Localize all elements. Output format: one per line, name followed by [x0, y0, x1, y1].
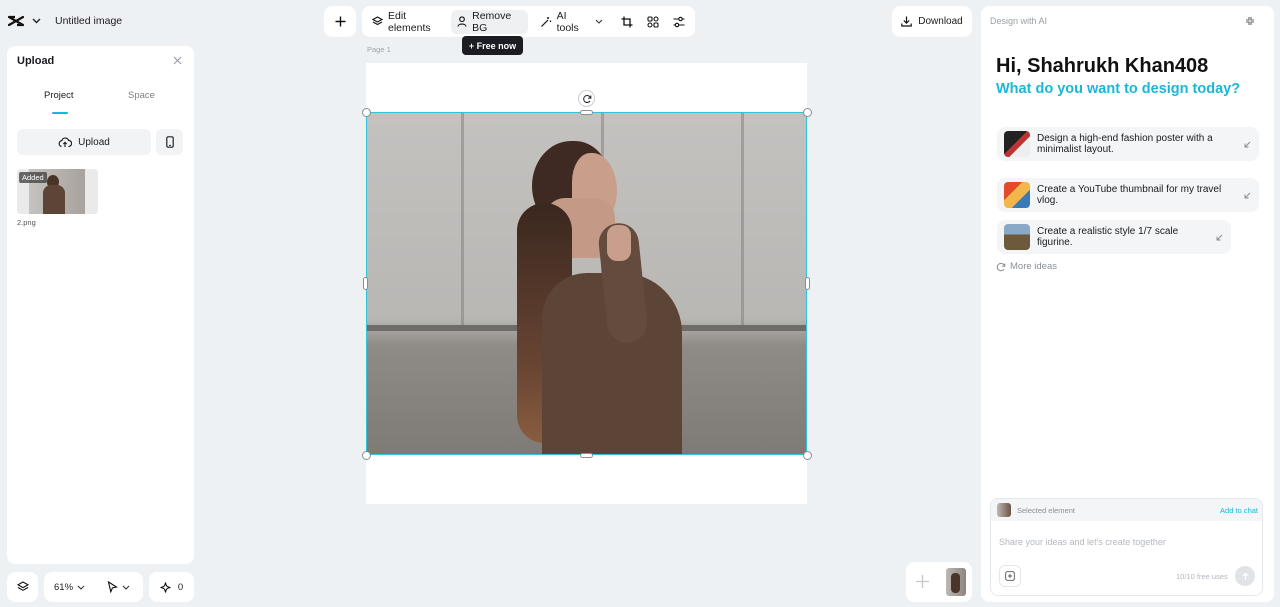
- suggestion-item[interactable]: Design a high-end fashion poster with a …: [997, 127, 1259, 161]
- phone-icon: [165, 136, 174, 148]
- tab-project[interactable]: Project: [44, 90, 74, 101]
- effects-button[interactable]: [641, 10, 665, 34]
- ai-design-panel: Design with AI Hi, Shahrukh Khan408 What…: [981, 6, 1274, 602]
- document-title[interactable]: Untitled image: [55, 15, 122, 27]
- sparkle-icon: [160, 581, 171, 593]
- person-icon: [457, 16, 467, 27]
- crop-button[interactable]: [615, 10, 639, 34]
- remove-bg-button[interactable]: Remove BG: [451, 9, 528, 34]
- crop-icon: [621, 16, 633, 28]
- selection-box[interactable]: [366, 112, 807, 455]
- app-menu[interactable]: [6, 8, 41, 34]
- resize-handle-bottom-left[interactable]: [362, 451, 371, 460]
- capcut-logo-icon: [6, 11, 26, 31]
- greeting: Hi, Shahrukh Khan408: [996, 55, 1209, 77]
- download-icon: [901, 16, 913, 27]
- chevron-down-icon[interactable]: [32, 18, 41, 24]
- arrow-up-icon: [1241, 571, 1250, 581]
- free-uses-label: 10/10 free uses: [1176, 572, 1228, 581]
- suggestion-text: Create a YouTube thumbnail for my travel…: [1037, 184, 1222, 206]
- collapse-icon[interactable]: [1245, 16, 1255, 26]
- suggestion-thumbnail: [1004, 182, 1030, 208]
- plus-icon: [335, 16, 346, 27]
- credits-count: 0: [177, 581, 184, 593]
- image-plus-icon: [1005, 571, 1015, 581]
- cloud-upload-icon: [58, 136, 73, 148]
- free-now-tooltip: + Free now: [462, 36, 523, 55]
- add-page-icon[interactable]: [915, 574, 930, 589]
- resize-handle-bottom[interactable]: [580, 453, 593, 458]
- tab-space[interactable]: Space: [128, 90, 155, 101]
- sliders-icon: [673, 16, 685, 28]
- zoom-level[interactable]: 61%: [54, 582, 73, 593]
- pointer-icon[interactable]: [107, 581, 118, 593]
- resize-handle-top-left[interactable]: [362, 108, 371, 117]
- zoom-controls: 61%: [44, 572, 143, 602]
- chevron-down-icon[interactable]: [122, 585, 130, 590]
- adjust-button[interactable]: [667, 10, 691, 34]
- ai-credits-button[interactable]: 0: [149, 572, 194, 602]
- upload-label: Upload: [78, 136, 110, 148]
- ai-tools-label: AI tools: [556, 9, 579, 34]
- ai-tools-button[interactable]: AI tools: [534, 10, 609, 34]
- page-label: Page 1: [367, 45, 391, 54]
- phone-upload-button[interactable]: [156, 129, 183, 155]
- suggestion-thumbnail: [1004, 131, 1030, 157]
- layers-icon: [372, 16, 383, 27]
- file-name: 2.png: [17, 218, 36, 227]
- upload-panel: Upload Project Space Upload Added 2.png: [7, 46, 194, 564]
- selected-element-thumbnail: [997, 503, 1011, 517]
- add-image-button[interactable]: [999, 565, 1021, 587]
- rotate-icon: [582, 94, 592, 104]
- resize-handle-top[interactable]: [580, 110, 593, 115]
- layers-icon: [16, 581, 29, 593]
- layers-button[interactable]: [7, 572, 38, 602]
- refresh-icon: [996, 262, 1006, 272]
- download-button[interactable]: Download: [892, 6, 972, 37]
- download-label: Download: [918, 16, 963, 27]
- add-button[interactable]: [324, 6, 356, 37]
- selected-element-bar: Selected element Add to chat: [991, 499, 1262, 521]
- resize-handle-bottom-right[interactable]: [803, 451, 812, 460]
- suggestion-text: Create a realistic style 1/7 scale figur…: [1037, 226, 1179, 248]
- chat-box: Selected element Add to chat Share your …: [990, 498, 1263, 596]
- chevron-down-icon: [595, 19, 603, 24]
- arrow-corner-icon: [1244, 141, 1251, 148]
- selected-element-label: Selected element: [1017, 505, 1075, 515]
- chat-input[interactable]: Share your ideas and let's create togeth…: [999, 537, 1166, 547]
- page-thumbnail[interactable]: [946, 568, 966, 596]
- close-icon[interactable]: [173, 56, 182, 65]
- more-ideas-button[interactable]: More ideas: [996, 261, 1057, 272]
- ai-panel-header: Design with AI: [990, 16, 1048, 26]
- active-tab-indicator: [52, 112, 68, 114]
- resize-handle-top-right[interactable]: [803, 108, 812, 117]
- more-ideas-label: More ideas: [1010, 261, 1057, 272]
- arrow-corner-icon: [1216, 234, 1223, 241]
- suggestion-thumbnail: [1004, 224, 1030, 250]
- added-badge: Added: [19, 172, 47, 183]
- remove-bg-label: Remove BG: [472, 9, 512, 34]
- rotate-handle[interactable]: [578, 90, 595, 107]
- panel-title: Upload: [17, 55, 55, 67]
- greeting-subtitle: What do you want to design today?: [996, 81, 1241, 97]
- suggestion-text: Design a high-end fashion poster with a …: [1037, 133, 1213, 155]
- resize-handle-left[interactable]: [363, 277, 368, 290]
- grid-shapes-icon: [647, 15, 659, 28]
- suggestion-item[interactable]: Create a YouTube thumbnail for my travel…: [997, 178, 1259, 212]
- resize-handle-right[interactable]: [805, 277, 810, 290]
- suggestion-item[interactable]: Create a realistic style 1/7 scale figur…: [997, 220, 1231, 254]
- magic-wand-icon: [540, 16, 552, 28]
- arrow-corner-icon: [1244, 192, 1251, 199]
- edit-elements-label: Edit elements: [388, 9, 431, 34]
- send-button[interactable]: [1235, 566, 1255, 586]
- edit-elements-button[interactable]: Edit elements: [366, 10, 449, 34]
- main-toolbar: Edit elements Remove BG AI tools: [362, 6, 695, 37]
- upload-button[interactable]: Upload: [17, 129, 151, 155]
- chevron-down-icon[interactable]: [77, 585, 85, 590]
- pages-strip: [906, 562, 972, 602]
- uploaded-file-thumbnail[interactable]: Added: [17, 169, 98, 214]
- add-to-chat-button[interactable]: Add to chat: [1220, 506, 1258, 515]
